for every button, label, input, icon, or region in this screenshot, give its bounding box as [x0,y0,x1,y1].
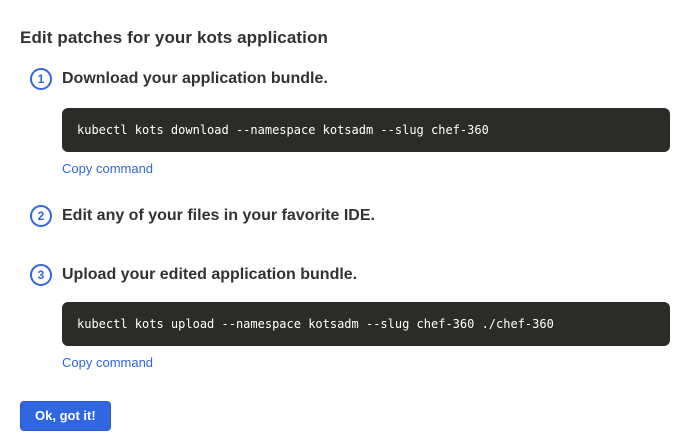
step-3-number-badge: 3 [30,264,52,286]
page-title: Edit patches for your kots application [20,27,670,48]
step-3-label: Upload your edited application bundle. [62,265,357,285]
step-1-header: 1 Download your application bundle. [30,68,670,90]
step-1-command-text: kubectl kots download --namespace kotsad… [77,123,489,137]
step-3-copy-command-link[interactable]: Copy command [62,355,153,370]
step-3-command-text: kubectl kots upload --namespace kotsadm … [77,317,554,331]
step-2-number-badge: 2 [30,205,52,227]
step-2-label: Edit any of your files in your favorite … [62,206,375,226]
step-2-header: 2 Edit any of your files in your favorit… [30,205,670,227]
step-1-copy-command-link[interactable]: Copy command [62,161,153,176]
step-1-number-badge: 1 [30,68,52,90]
edit-patches-panel: Edit patches for your kots application 1… [0,0,690,443]
step-1-code-snippet: kubectl kots download --namespace kotsad… [62,108,670,152]
step-1-label: Download your application bundle. [62,69,328,89]
step-3-code-snippet: kubectl kots upload --namespace kotsadm … [62,302,670,346]
ok-got-it-button[interactable]: Ok, got it! [20,401,111,431]
step-3-header: 3 Upload your edited application bundle. [30,264,670,286]
